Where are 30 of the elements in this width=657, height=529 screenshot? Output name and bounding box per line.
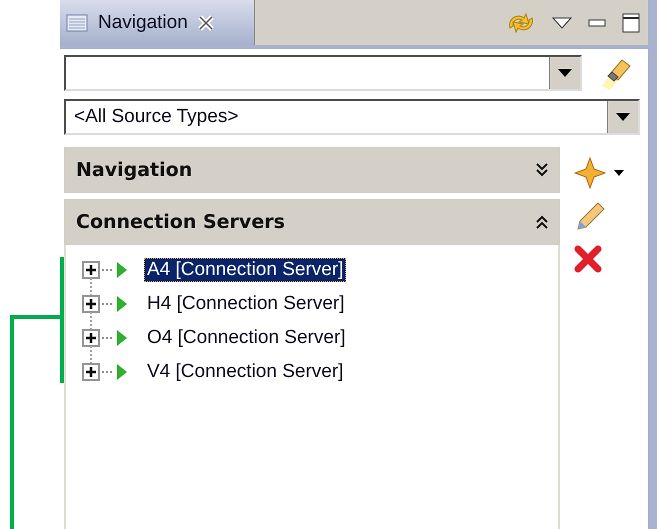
section-title: Navigation	[76, 159, 192, 181]
tree-item[interactable]: H4 [Connection Server]	[144, 292, 348, 316]
expand-icon[interactable]	[82, 329, 100, 347]
server-icon	[116, 363, 128, 381]
expand-icon[interactable]	[82, 363, 100, 381]
caret-icon	[558, 69, 572, 77]
view-menu-icon[interactable]	[552, 16, 572, 28]
collapse-icon[interactable]	[534, 214, 550, 230]
star-icon[interactable]	[574, 157, 606, 189]
search-combo[interactable]	[64, 55, 582, 91]
delete-icon[interactable]	[574, 245, 602, 273]
maximize-icon[interactable]	[622, 12, 640, 32]
expand-icon[interactable]	[82, 295, 100, 313]
tree-item[interactable]: A4 [Connection Server]	[144, 258, 346, 282]
caret-icon	[616, 113, 630, 121]
caret-icon[interactable]	[614, 170, 624, 176]
tree-item[interactable]: O4 [Connection Server]	[144, 326, 349, 350]
server-icon	[116, 295, 128, 313]
tree-item[interactable]: V4 [Connection Server]	[144, 360, 346, 384]
close-icon[interactable]	[198, 14, 214, 30]
section-header[interactable]: Connection Servers	[64, 199, 560, 245]
section-header[interactable]: Navigation	[64, 147, 560, 193]
source-type-combo[interactable]: <All Source Types>	[64, 99, 640, 135]
server-icon	[116, 329, 128, 347]
minimize-icon[interactable]	[588, 18, 606, 28]
expand-icon[interactable]	[534, 162, 550, 178]
list-view-icon	[66, 14, 88, 32]
expand-icon[interactable]	[82, 261, 100, 279]
server-icon	[116, 261, 128, 279]
section-title: Connection Servers	[76, 211, 285, 233]
